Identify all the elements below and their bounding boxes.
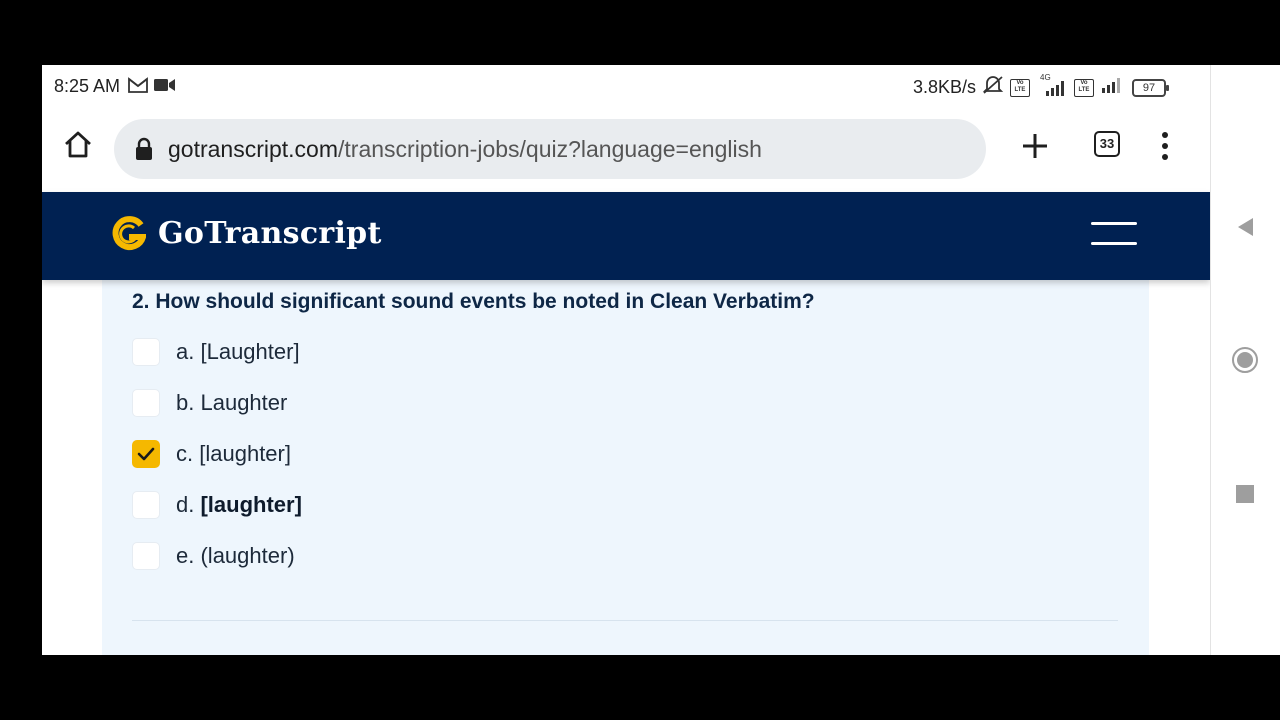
address-bar[interactable]: gotranscript.com/transcription-jobs/quiz…: [114, 119, 986, 179]
new-tab-icon[interactable]: [1020, 131, 1050, 161]
system-navigation-bar: [1210, 65, 1280, 655]
site-header: GoTranscript: [42, 192, 1210, 280]
video-camera-icon: [154, 78, 176, 97]
url-text[interactable]: gotranscript.com/transcription-jobs/quiz…: [168, 136, 762, 163]
volte-icon: Vo LTE: [1074, 78, 1094, 97]
checkbox[interactable]: [132, 491, 160, 519]
option-a[interactable]: a. [Laughter]: [132, 336, 300, 368]
home-circle-icon[interactable]: [1231, 346, 1259, 374]
brand-name[interactable]: GoTranscript: [158, 216, 382, 251]
question-text: 2. How should significant sound events b…: [132, 290, 815, 313]
gmail-icon: [128, 77, 148, 98]
home-icon[interactable]: [62, 129, 94, 161]
back-icon[interactable]: [1231, 213, 1259, 241]
tab-switcher-button[interactable]: 33: [1094, 131, 1120, 157]
volte-icon: Vo LTE: [1010, 78, 1030, 97]
divider: [132, 620, 1118, 621]
checkbox[interactable]: [132, 542, 160, 570]
checkbox[interactable]: [132, 389, 160, 417]
option-e[interactable]: e. (laughter): [132, 540, 295, 572]
status-time: 8:25 AM: [54, 76, 121, 96]
gotranscript-logo-icon[interactable]: [112, 216, 148, 254]
checkbox[interactable]: [132, 338, 160, 366]
more-options-icon[interactable]: [1160, 131, 1170, 161]
checkmark-icon: [137, 447, 155, 461]
hamburger-menu-icon[interactable]: [1091, 222, 1137, 248]
network-speed: 3.8KB/s: [912, 77, 976, 97]
battery-icon: 97: [1132, 78, 1169, 97]
signal-icon: [1100, 76, 1126, 99]
signal-4g-icon: 4G: [1036, 73, 1068, 97]
browser-toolbar: gotranscript.com/transcription-jobs/quiz…: [42, 109, 1210, 191]
option-c[interactable]: c. [laughter]: [132, 438, 291, 470]
mute-icon: [982, 75, 1004, 100]
lock-icon[interactable]: [134, 137, 154, 161]
phone-screen: 8:25 AM 3.8KB/s Vo LTE 4G Vo LTE 97 gotr…: [42, 65, 1210, 655]
recents-square-icon[interactable]: [1231, 480, 1259, 508]
option-d[interactable]: d. [laughter]: [132, 489, 302, 521]
option-b[interactable]: b. Laughter: [132, 387, 287, 419]
page-content: 2. How should significant sound events b…: [42, 280, 1210, 655]
status-bar: 8:25 AM 3.8KB/s Vo LTE 4G Vo LTE 97: [42, 65, 1210, 109]
quiz-panel: 2. How should significant sound events b…: [102, 280, 1149, 655]
checkbox-checked[interactable]: [132, 440, 160, 468]
